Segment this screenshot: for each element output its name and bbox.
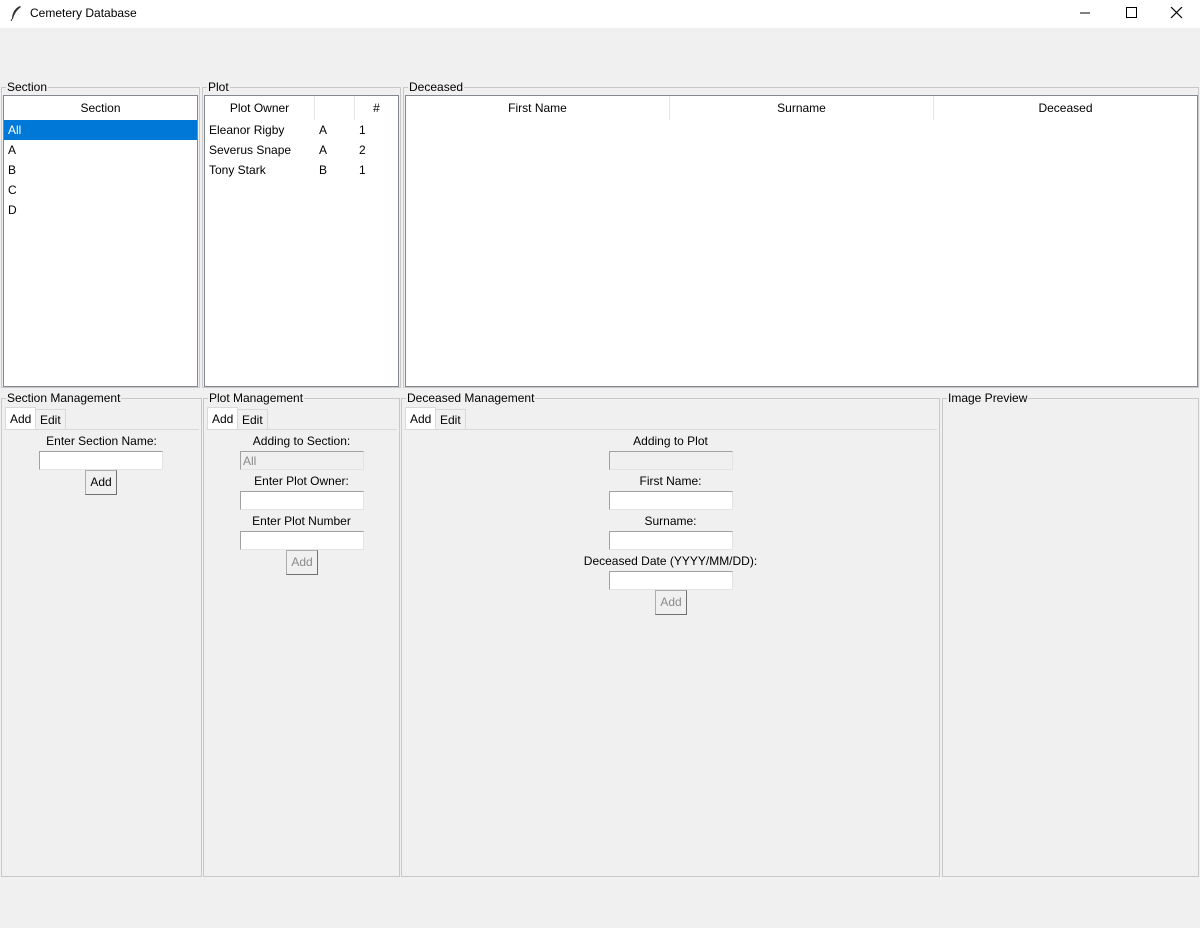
first-name-label: First Name: [639,474,702,488]
plot-management-label: Plot Management [208,391,305,405]
adding-to-section-label: Adding to Section: [252,434,351,448]
deceased-management-group: Deceased Management Add Edit Adding to P… [401,391,940,877]
plot-row[interactable]: Severus Snape A 2 [205,140,398,160]
section-list[interactable]: Section All A B C D [3,95,198,387]
column-header-section[interactable]: Section [4,96,197,120]
plot-number-label: Enter Plot Number [252,514,351,528]
window-title: Cemetery Database [30,6,137,20]
column-header-plot-number[interactable]: # [355,96,398,120]
section-row-a[interactable]: A [4,140,197,160]
section-row-label: D [8,203,17,217]
plot-section-cell: A [319,123,328,137]
plot-group: Plot Plot Owner # Eleanor Rigby A 1 Seve… [202,80,401,388]
plot-management-group: Plot Management Add Edit Adding to Secti… [203,391,400,877]
add-section-button[interactable]: Add [85,470,117,495]
deceased-group: Deceased First Name Surname Deceased [403,80,1199,388]
surname-input[interactable] [609,531,733,550]
maximize-icon [1126,7,1137,18]
minimize-icon [1080,12,1090,14]
tab-add[interactable]: Add [405,407,437,429]
image-preview-group: Image Preview [942,391,1199,877]
column-header-first-name[interactable]: First Name [406,96,670,120]
close-button[interactable] [1154,0,1200,28]
tab-edit[interactable]: Edit [35,409,66,429]
section-row-label: A [8,143,17,157]
plot-owner-label: Enter Plot Owner: [254,474,349,488]
deceased-list-header: First Name Surname Deceased [406,96,1197,120]
add-plot-button[interactable]: Add [286,550,318,575]
title-bar: Cemetery Database [0,0,1200,28]
plot-section-cell: B [319,163,328,177]
deceased-group-label: Deceased [408,80,465,94]
deceased-date-input[interactable] [609,571,733,590]
close-icon [1170,7,1183,19]
section-group-label: Section [6,80,49,94]
section-row-label: All [8,123,22,137]
plot-list[interactable]: Plot Owner # Eleanor Rigby A 1 Severus S… [204,95,399,387]
section-management-label: Section Management [6,391,122,405]
plot-number-cell: 2 [359,143,366,157]
column-header-plot-section[interactable] [315,96,355,120]
tab-add[interactable]: Add [5,407,37,429]
image-preview-label: Image Preview [947,391,1029,405]
section-row-c[interactable]: C [4,180,197,200]
deceased-add-pane: Adding to Plot First Name: Surname: Dece… [404,429,937,874]
deceased-date-label: Deceased Date (YYYY/MM/DD): [583,554,758,568]
plot-add-pane: Adding to Section: Enter Plot Owner: Ent… [206,429,397,874]
section-row-label: C [8,183,17,197]
tab-add[interactable]: Add [207,407,239,429]
tab-edit[interactable]: Edit [435,409,466,429]
plot-owner-cell: Eleanor Rigby [209,123,285,137]
plot-group-label: Plot [207,80,230,94]
plot-number-cell: 1 [359,123,366,137]
adding-to-section-field [240,451,364,470]
minimize-button[interactable] [1062,0,1108,28]
plot-row[interactable]: Eleanor Rigby A 1 [205,120,398,140]
plot-owner-cell: Tony Stark [209,163,266,177]
section-name-input[interactable] [39,451,163,470]
plot-number-input[interactable] [240,531,364,550]
plot-section-cell: A [319,143,328,157]
first-name-input[interactable] [609,491,733,510]
feather-icon [9,5,23,22]
section-row-all[interactable]: All [4,120,197,140]
plot-owner-cell: Severus Snape [209,143,292,157]
plot-row[interactable]: Tony Stark B 1 [205,160,398,180]
column-header-deceased[interactable]: Deceased [934,96,1197,120]
column-header-plot-owner[interactable]: Plot Owner [205,96,315,120]
section-row-label: B [8,163,17,177]
section-row-d[interactable]: D [4,200,197,220]
tab-edit[interactable]: Edit [237,409,268,429]
surname-label: Surname: [644,514,697,528]
section-group: Section Section All A B C D [1,80,200,388]
deceased-list[interactable]: First Name Surname Deceased [405,95,1198,387]
section-list-header: Section [4,96,197,120]
plot-list-header: Plot Owner # [205,96,398,120]
section-management-group: Section Management Add Edit Enter Sectio… [1,391,202,877]
column-header-surname[interactable]: Surname [670,96,934,120]
deceased-management-label: Deceased Management [406,391,536,405]
add-deceased-button[interactable]: Add [655,590,687,615]
plot-owner-input[interactable] [240,491,364,510]
section-add-pane: Enter Section Name: Add [4,429,199,874]
maximize-button[interactable] [1108,0,1154,28]
section-row-b[interactable]: B [4,160,197,180]
section-name-label: Enter Section Name: [46,434,157,448]
plot-number-cell: 1 [359,163,366,177]
adding-to-plot-field [609,451,733,470]
adding-to-plot-label: Adding to Plot [633,434,708,448]
